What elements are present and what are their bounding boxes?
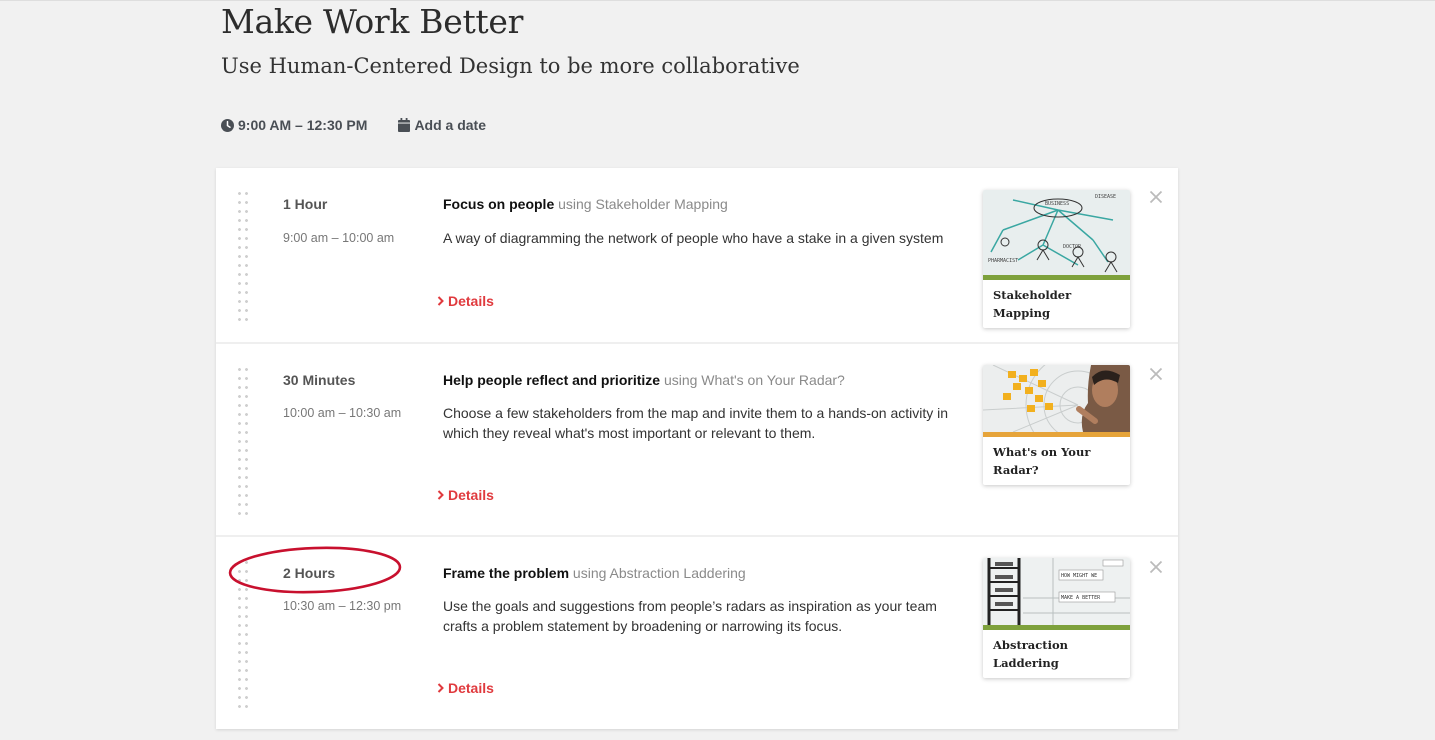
activity-row: 1 Hour 9:00 am – 10:00 am Focus on peopl… (216, 168, 1178, 342)
close-icon[interactable] (1148, 559, 1164, 575)
svg-text:PHARMACIST: PHARMACIST (988, 258, 1018, 264)
activity-duration: 30 Minutes (283, 372, 356, 388)
method-card-whats-on-your-radar[interactable]: What's on Your Radar? (983, 365, 1130, 485)
chevron-right-icon (437, 683, 444, 693)
chevron-right-icon (437, 296, 444, 306)
whats-on-your-radar-image (983, 365, 1130, 432)
top-divider (0, 0, 1435, 1)
svg-text:MAKE A BETTER: MAKE A BETTER (1061, 595, 1101, 601)
drag-handle-icon[interactable] (236, 189, 250, 325)
activity-goal: Help people reflect and prioritize (443, 372, 661, 388)
chevron-right-icon (437, 490, 444, 500)
details-link[interactable]: Details (437, 293, 494, 309)
add-date-label: Add a date (414, 117, 487, 133)
clock-icon (221, 118, 234, 132)
details-link[interactable]: Details (437, 487, 494, 503)
activity-goal: Focus on people (443, 196, 555, 212)
drag-handle-icon[interactable] (236, 558, 250, 708)
activity-list: 1 Hour 9:00 am – 10:00 am Focus on peopl… (216, 168, 1178, 729)
svg-text:DISEASE: DISEASE (1095, 194, 1116, 200)
activity-duration: 1 Hour (283, 196, 328, 212)
activity-row: 30 Minutes 10:00 am – 10:30 am Help peop… (216, 342, 1178, 537)
page-title: Make Work Better (221, 2, 524, 41)
close-icon[interactable] (1148, 366, 1164, 382)
activity-title: Help people reflect and prioritize using… (443, 372, 845, 388)
plan-time: 9:00 AM – 12:30 PM (221, 117, 367, 133)
plan-meta: 9:00 AM – 12:30 PM Add a date (221, 116, 486, 134)
stakeholder-mapping-image: BUSINESS PHARMACIST DISEASE DOCTOR (983, 190, 1130, 275)
calendar-icon (398, 118, 411, 132)
method-card-stakeholder-mapping[interactable]: BUSINESS PHARMACIST DISEASE DOCTOR Stakeho… (983, 190, 1130, 328)
activity-duration: 2 Hours (283, 565, 336, 581)
abstraction-laddering-image: HOW MIGHT WE MAKE A BETTER (983, 558, 1130, 625)
activity-time-range: 10:30 am – 12:30 pm (283, 599, 402, 613)
method-card-label: Abstraction Laddering (993, 638, 1068, 670)
activity-time-range: 10:00 am – 10:30 am (283, 406, 402, 420)
details-label: Details (448, 487, 494, 503)
details-label: Details (448, 293, 494, 309)
activity-description: A way of diagramming the network of peop… (443, 230, 944, 246)
method-card-abstraction-laddering[interactable]: HOW MIGHT WE MAKE A BETTER Abstraction La… (983, 558, 1130, 678)
activity-goal: Frame the problem (443, 565, 570, 581)
activity-method-using: using Abstraction Laddering (572, 565, 746, 581)
method-card-label: What's on Your Radar? (993, 445, 1091, 477)
svg-text:HOW MIGHT WE: HOW MIGHT WE (1061, 573, 1097, 579)
details-link[interactable]: Details (437, 680, 494, 696)
drag-handle-icon[interactable] (236, 365, 250, 515)
activity-method-using: using Stakeholder Mapping (558, 196, 728, 212)
activity-row: 2 Hours 10:30 am – 12:30 pm Frame the pr… (216, 535, 1178, 731)
activity-description: Use the goals and suggestions from peopl… (443, 598, 937, 634)
details-label: Details (448, 680, 494, 696)
activity-description: Choose a few stakeholders from the map a… (443, 405, 949, 441)
page-subtitle: Use Human-Centered Design to be more col… (221, 54, 800, 78)
activity-method-using: using What's on Your Radar? (663, 372, 845, 388)
svg-text:BUSINESS: BUSINESS (1045, 201, 1069, 207)
close-icon[interactable] (1148, 189, 1164, 205)
activity-title: Frame the problem using Abstraction Ladd… (443, 565, 746, 581)
activity-title: Focus on people using Stakeholder Mappin… (443, 196, 728, 212)
add-date-button[interactable]: Add a date (398, 117, 486, 133)
method-card-label: Stakeholder Mapping (993, 288, 1072, 320)
svg-text:DOCTOR: DOCTOR (1063, 244, 1082, 250)
plan-time-text: 9:00 AM – 12:30 PM (238, 117, 368, 133)
activity-time-range: 9:00 am – 10:00 am (283, 231, 395, 245)
